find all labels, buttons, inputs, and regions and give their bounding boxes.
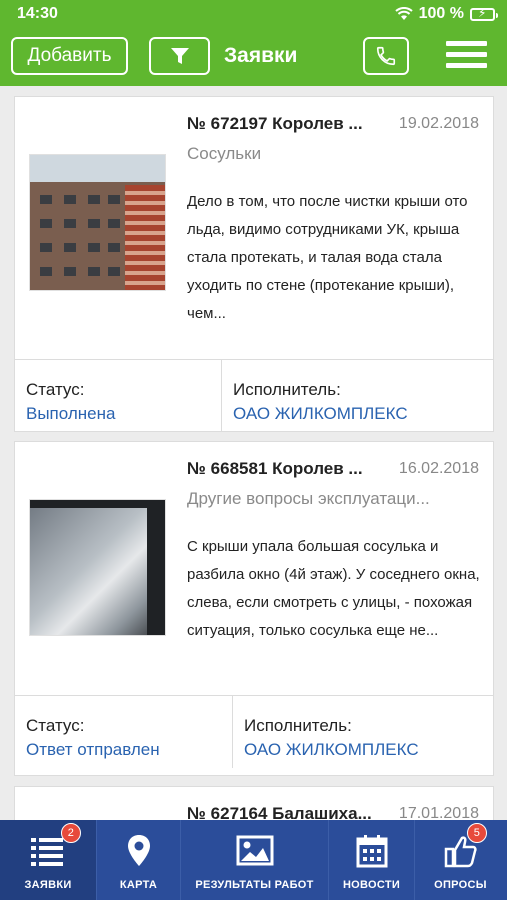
request-number: № 672197 Королев ... (187, 114, 363, 133)
list-icon (31, 838, 63, 866)
calendar-icon (356, 835, 387, 868)
status-cell: Статус: Ответ отправлен (15, 696, 232, 768)
request-photo[interactable] (29, 499, 166, 636)
wifi-icon (394, 7, 413, 20)
status-value: Выполнена (26, 404, 116, 423)
status-time: 14:30 (17, 5, 58, 22)
request-number: № 627164 Балашиха... (187, 804, 372, 820)
tab-label: НОВОСТИ (342, 879, 401, 891)
phone-icon (376, 46, 396, 66)
phone-button[interactable] (363, 37, 409, 75)
hamburger-menu-button[interactable] (446, 41, 487, 71)
tab-label: ЗАЯВКИ (24, 879, 72, 891)
executor-label: Исполнитель: (233, 380, 341, 399)
request-date: 16.02.2018 (398, 460, 479, 477)
executor-cell: Исполнитель: ОАО ЖИЛКОМПЛЕКС (233, 696, 492, 768)
filter-button[interactable] (149, 37, 210, 75)
tab-label: РЕЗУЛЬТАТЫ РАБОТ (195, 879, 314, 891)
tab-news[interactable]: НОВОСТИ (329, 820, 414, 900)
status-label: Статус: (26, 716, 85, 735)
request-category: Сосульки (187, 144, 262, 163)
request-card[interactable]: № 627164 Балашиха... 17.01.2018 (14, 786, 494, 820)
add-button[interactable]: Добавить (11, 37, 128, 75)
battery-percent: 100 % (418, 5, 464, 22)
request-category: Другие вопросы эксплуатаци... (187, 489, 430, 508)
request-description: Дело в том, что после чистки крыши ото л… (187, 193, 468, 322)
executor-value[interactable]: ОАО ЖИЛКОМПЛЕКС (233, 404, 492, 424)
status-value: Ответ отправлен (26, 740, 160, 759)
request-date: 17.01.2018 (398, 805, 479, 820)
tab-results[interactable]: РЕЗУЛЬТАТЫ РАБОТ (181, 820, 328, 900)
image-icon (236, 835, 273, 866)
request-card[interactable]: № 672197 Королев ... 19.02.2018 Сосульки… (14, 96, 494, 432)
menu-line (446, 41, 487, 46)
request-photo[interactable] (29, 154, 166, 291)
page-title: Заявки (224, 44, 298, 67)
request-card[interactable]: № 668581 Королев ... 16.02.2018 Другие в… (14, 441, 494, 776)
status-bar: 14:30 100 % ⚡ (0, 0, 507, 30)
bottom-tab-bar: 2 ЗАЯВКИ КАРТА РЕЗУЛЬТАТЫ РАБОТ НОВОСТИ (0, 820, 507, 900)
executor-value[interactable]: ОАО ЖИЛКОМПЛЕКС (244, 740, 492, 760)
status-right: 100 % ⚡ (394, 5, 498, 23)
tab-label: ОПРОСЫ (434, 879, 487, 891)
top-bar: 14:30 100 % ⚡ Добавить Заявки (0, 0, 507, 86)
request-date: 19.02.2018 (398, 115, 479, 132)
menu-line (446, 52, 487, 57)
card-footer: Статус: Ответ отправлен Исполнитель: ОАО… (15, 695, 493, 768)
tab-label: КАРТА (119, 879, 158, 891)
notification-badge: 5 (467, 823, 487, 843)
tab-requests[interactable]: 2 ЗАЯВКИ (0, 820, 96, 900)
map-pin-icon (127, 835, 150, 866)
card-footer: Статус: Выполнена Исполнитель: ОАО ЖИЛКО… (15, 359, 493, 432)
executor-cell: Исполнитель: ОАО ЖИЛКОМПЛЕКС (222, 360, 492, 432)
status-cell: Статус: Выполнена (15, 360, 221, 432)
tab-map[interactable]: КАРТА (97, 820, 180, 900)
filter-icon (170, 48, 189, 64)
request-list[interactable]: № 672197 Королев ... 19.02.2018 Сосульки… (0, 86, 507, 820)
executor-label: Исполнитель: (244, 716, 352, 735)
tab-polls[interactable]: 5 ОПРОСЫ (415, 820, 506, 900)
menu-line (446, 63, 487, 68)
request-number: № 668581 Королев ... (187, 459, 363, 478)
notification-badge: 2 (61, 823, 81, 843)
battery-icon: ⚡ (470, 6, 498, 21)
request-description: С крыши упала большая сосулька и разбила… (187, 538, 480, 639)
status-label: Статус: (26, 380, 85, 399)
